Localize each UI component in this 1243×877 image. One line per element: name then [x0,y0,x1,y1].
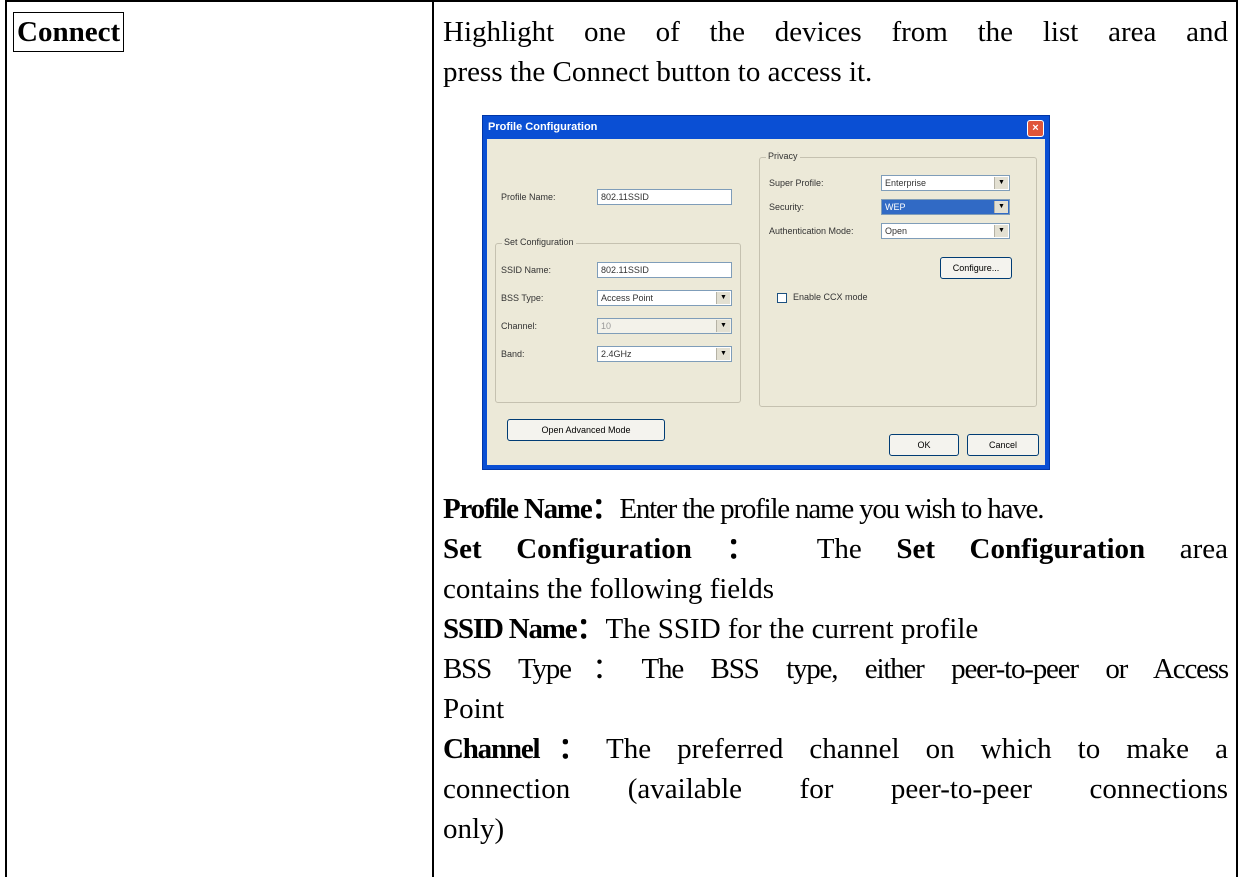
dialog-body: Profile Name: 802.11SSID Set Configurati… [487,139,1045,465]
authentication-mode-label: Authentication Mode: [769,226,854,236]
def-profile-name-term: Profile Name [443,493,593,525]
term-connect: Connect [13,12,125,52]
def-channel-text-1: The preferred channel on which to make a [605,733,1228,765]
super-profile-label: Super Profile: [769,178,824,188]
privacy-group: Privacy [759,151,1037,407]
table-left-border [5,0,7,877]
privacy-group-title: Privacy [766,151,800,161]
ssid-name-label: SSID Name: [501,265,552,275]
chevron-down-icon[interactable]: ▼ [994,201,1008,213]
band-value: 2.4GHz [601,349,632,359]
enable-ccx-checkbox[interactable] [777,293,787,303]
def-profile-name: Profile Name：Enter the profile name you … [443,489,1228,529]
table-column-divider [432,0,434,877]
cancel-button[interactable]: Cancel [967,434,1039,456]
security-label: Security: [769,202,805,212]
super-profile-select[interactable]: Enterprise ▼ [881,175,1010,191]
close-icon[interactable]: × [1027,120,1044,137]
def-bss-type-line-2: Point [443,693,505,725]
colon: ： [591,493,621,525]
enable-ccx-label: Enable CCX mode [793,292,868,302]
def-ssid-name-text: The SSID for the current profile [605,613,979,645]
intro-line-2: press the Connect button to access it. [443,56,873,88]
bss-type-value: Access Point [601,293,654,303]
chevron-down-icon: ▼ [716,320,730,332]
colon: ： [576,613,606,645]
chevron-down-icon[interactable]: ▼ [716,292,730,304]
channel-label: Channel: [501,321,538,331]
def-ssid-name: SSID Name：The SSID for the current profi… [443,609,1228,649]
profile-configuration-dialog: Profile Configuration × Profile Name: 80… [482,115,1050,470]
authentication-mode-value: Open [885,226,908,236]
security-select[interactable]: WEP ▼ [881,199,1010,215]
set-configuration-group-title: Set Configuration [502,237,576,247]
ssid-name-field[interactable]: 802.11SSID [597,262,732,278]
chevron-down-icon[interactable]: ▼ [994,177,1008,189]
def-set-configuration-text-1: The [816,533,862,565]
def-profile-name-text: Enter the profile name you wish to have. [619,493,1044,525]
bss-type-select[interactable]: Access Point ▼ [597,290,732,306]
def-channel-term: Channel [443,733,541,765]
super-profile-value: Enterprise [885,178,927,188]
def-set-configuration-line-2: contains the following fields [443,573,775,605]
configure-button[interactable]: Configure... [940,257,1012,279]
profile-name-field[interactable]: 802.11SSID [597,189,732,205]
def-set-configuration-text-2: area [1179,533,1228,565]
security-value: WEP [885,202,906,212]
def-set-configuration-bold: Set Configuration [896,533,1146,565]
ok-button[interactable]: OK [889,434,959,456]
def-channel-line-3: only) [443,813,505,845]
authentication-mode-select[interactable]: Open ▼ [881,223,1010,239]
def-channel-line-1: Channel：The preferred channel on which t… [443,729,1228,769]
table-top-border [5,0,1238,2]
bss-type-label: BSS Type: [501,293,544,303]
table-right-border [1236,0,1238,877]
chevron-down-icon[interactable]: ▼ [716,348,730,360]
colon: ： [726,533,783,565]
dialog-title: Profile Configuration [488,121,598,133]
def-set-configuration-term: Set Configuration [443,533,692,565]
channel-select: 10 ▼ [597,318,732,334]
def-channel-line-2: connection (available for peer-to-peer c… [443,773,1228,805]
chevron-down-icon[interactable]: ▼ [994,225,1008,237]
channel-value: 10 [601,321,612,331]
def-bss-type-line-1: BSS Type：The BSS type, either peer-to-pe… [443,653,1229,685]
colon: ： [539,733,606,765]
band-label: Band: [501,349,525,359]
def-ssid-name-term: SSID Name [443,613,578,645]
band-select[interactable]: 2.4GHz ▼ [597,346,732,362]
intro-line-1: Highlight one of the devices from the li… [443,16,1228,48]
def-set-configuration-line-1: Set Configuration ： The Set Configuratio… [443,529,1228,569]
profile-name-label: Profile Name: [501,192,556,202]
open-advanced-mode-button[interactable]: Open Advanced Mode [507,419,665,441]
